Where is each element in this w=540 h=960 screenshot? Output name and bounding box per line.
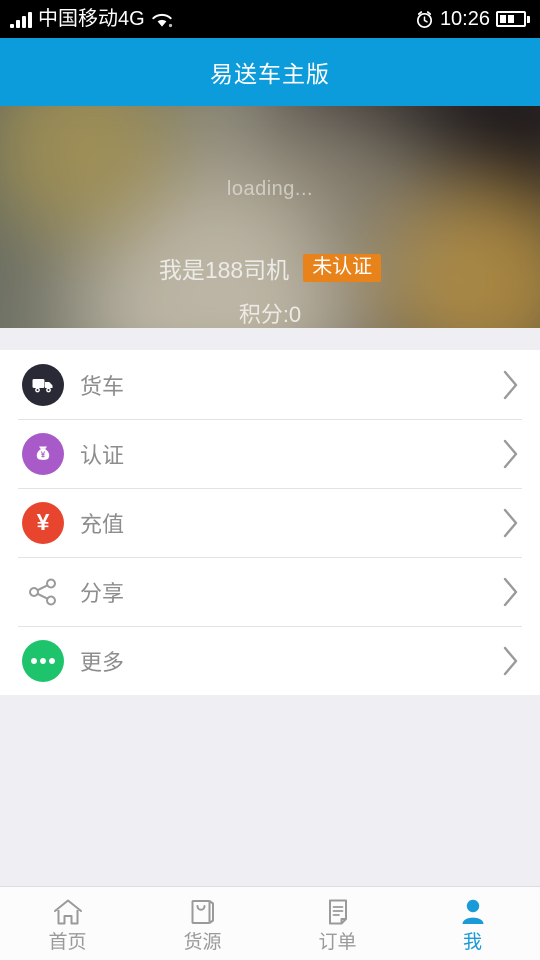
bag-icon <box>187 896 219 928</box>
chevron-right-icon <box>503 646 518 675</box>
battery-icon <box>496 11 530 27</box>
chevron-right-icon <box>503 577 518 606</box>
tab-label: 订单 <box>318 931 357 953</box>
profile-name-row: 我是188司机 未认证 <box>158 251 382 285</box>
chevron-right-icon <box>503 370 518 399</box>
avatar[interactable]: loading... <box>227 178 313 201</box>
more-dots-icon <box>22 639 64 682</box>
chevron-right-icon <box>503 508 518 537</box>
share-icon <box>22 571 64 613</box>
menu-item-label: 分享 <box>80 580 125 606</box>
tab-label: 货源 <box>183 931 222 953</box>
status-bar-right: 10:26 <box>415 9 530 29</box>
menu-item-verify[interactable]: ¥ 认证 <box>0 419 540 488</box>
tab-orders[interactable]: 订单 <box>270 887 405 960</box>
menu-item-label: 更多 <box>80 649 125 675</box>
menu-item-recharge[interactable]: ¥ 充值 <box>0 488 540 557</box>
menu-item-label: 充值 <box>80 511 125 537</box>
menu-item-label: 认证 <box>80 442 125 468</box>
app-title-bar: 易送车主版 <box>0 38 540 106</box>
signal-bars-icon <box>10 11 32 28</box>
alarm-clock-icon <box>416 10 432 28</box>
bottom-nav: 首页 货源 订单 我 <box>0 886 540 960</box>
tab-label: 首页 <box>48 931 87 953</box>
status-badge[interactable]: 未认证 <box>303 254 382 282</box>
yen-circle-icon: ¥ <box>22 501 64 544</box>
page-title: 易送车主版 <box>210 61 330 87</box>
chevron-right-icon <box>503 439 518 468</box>
profile-content: loading... 我是188司机 未认证 积分:0 <box>0 106 540 328</box>
wifi-icon <box>151 11 173 28</box>
carrier-label: 中国移动4G <box>38 8 145 30</box>
menu-item-label: 货车 <box>80 373 125 399</box>
status-bar-left: 中国移动4G <box>10 9 173 29</box>
menu-item-more[interactable]: 更多 <box>0 626 540 695</box>
section-divider <box>0 328 540 350</box>
status-bar: 中国移动4G 10:26 <box>0 0 540 38</box>
document-icon <box>322 896 354 928</box>
home-icon <box>52 896 84 928</box>
menu-item-truck[interactable]: 货车 <box>0 350 540 419</box>
username-label: 我是188司机 <box>158 257 290 283</box>
menu-item-share[interactable]: 分享 <box>0 557 540 626</box>
content-filler <box>0 695 540 886</box>
person-icon <box>457 896 489 928</box>
tab-label: 我 <box>462 931 482 953</box>
truck-icon <box>22 363 64 406</box>
svg-text:¥: ¥ <box>41 450 46 459</box>
tab-profile[interactable]: 我 <box>405 887 540 960</box>
points-label: 积分:0 <box>238 302 302 327</box>
profile-header[interactable]: loading... 我是188司机 未认证 积分:0 <box>0 106 540 328</box>
menu-list: 货车 ¥ 认证 ¥ 充值 分享 更多 <box>0 350 540 695</box>
clock-label: 10:26 <box>439 8 490 30</box>
tab-goods[interactable]: 货源 <box>135 887 270 960</box>
app-screen: 中国移动4G 10:26 易送车主版 loading... 我是188司机 未认… <box>0 0 540 960</box>
money-bag-icon: ¥ <box>22 432 64 475</box>
tab-home[interactable]: 首页 <box>0 887 135 960</box>
